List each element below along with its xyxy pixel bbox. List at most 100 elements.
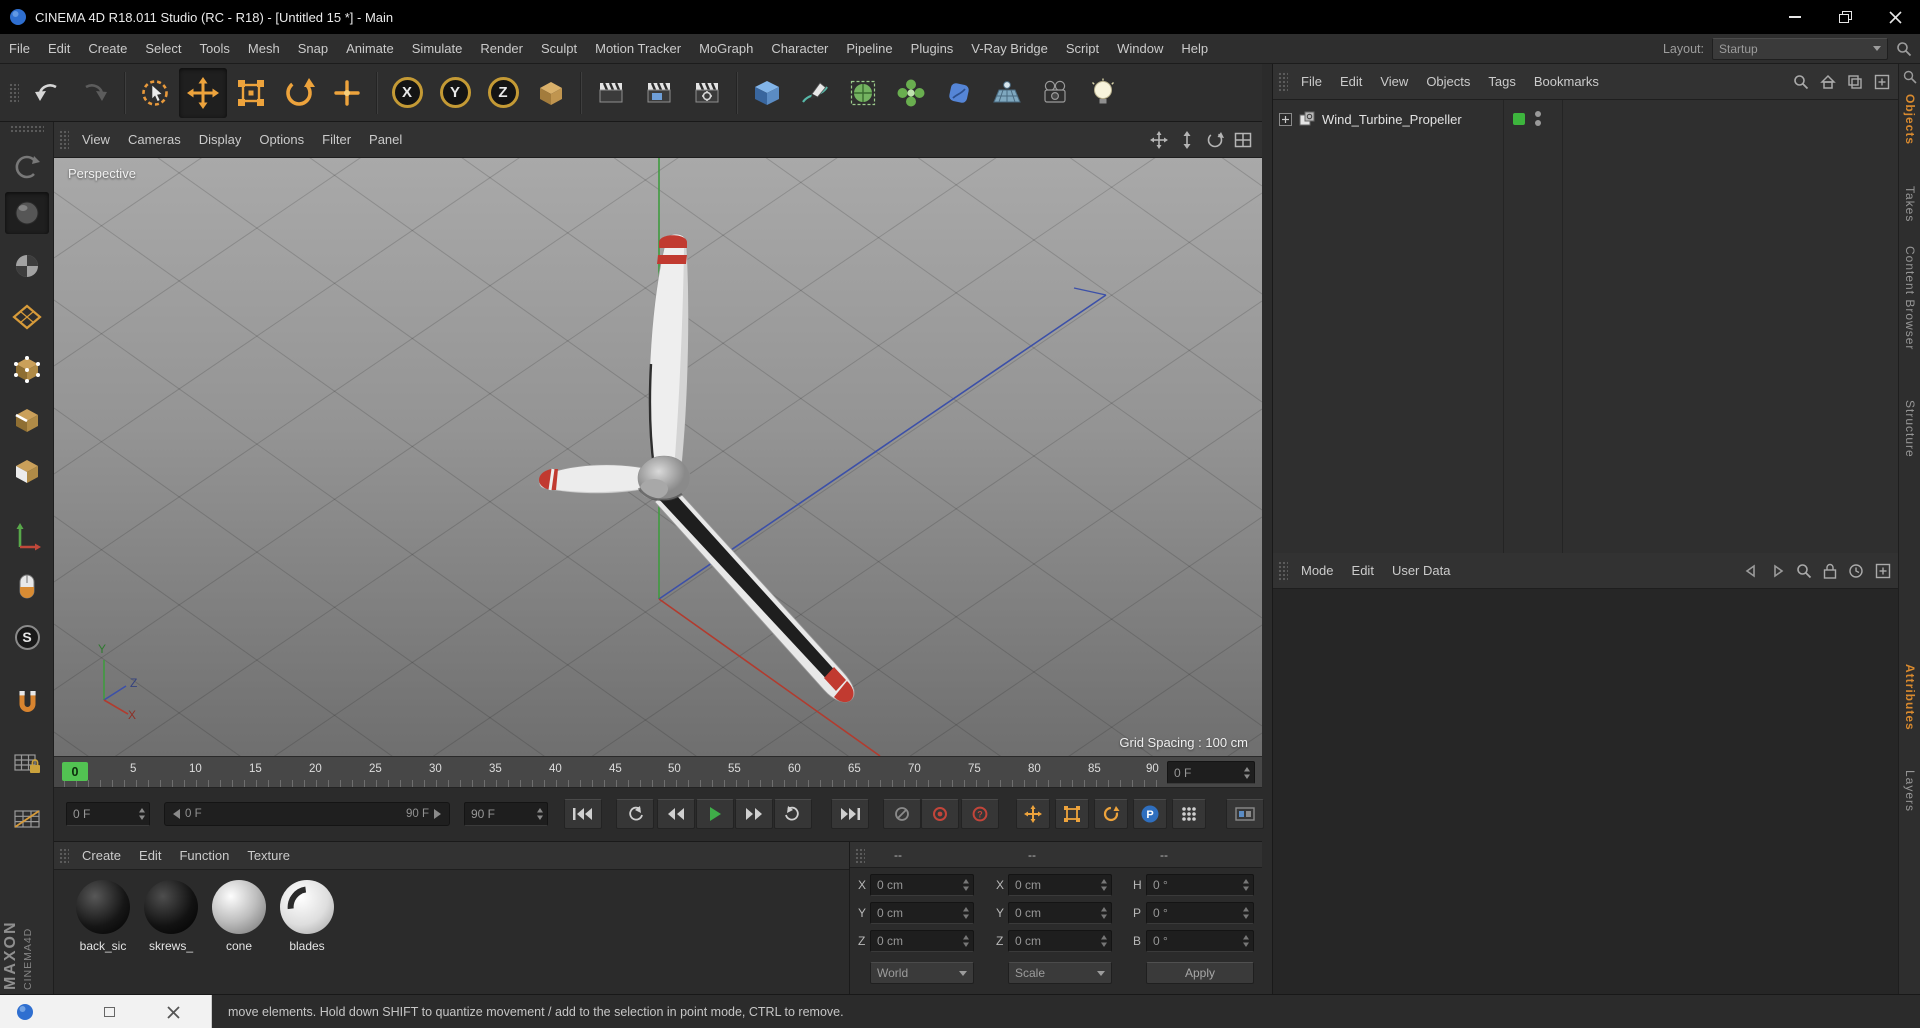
am-menu-edit[interactable]: Edit xyxy=(1343,563,1383,578)
restore-icon[interactable] xyxy=(104,1007,115,1017)
material-name[interactable]: cone xyxy=(226,939,252,953)
om-menu-file[interactable]: File xyxy=(1292,74,1331,89)
attribute-manager-body[interactable] xyxy=(1273,589,1899,994)
menu-window[interactable]: Window xyxy=(1108,41,1172,56)
apply-button[interactable]: Apply xyxy=(1146,962,1254,984)
object-manager-list[interactable]: Wind_Turbine_Propeller xyxy=(1273,100,1899,553)
spinner-icon[interactable] xyxy=(536,807,544,821)
goto-start-button[interactable] xyxy=(564,799,602,829)
layout-dropdown[interactable]: Startup xyxy=(1712,37,1888,60)
menu-plugins[interactable]: Plugins xyxy=(902,41,963,56)
editor-visibility-dot[interactable] xyxy=(1535,111,1541,117)
spinner-icon[interactable] xyxy=(1243,766,1251,780)
minimize-button[interactable] xyxy=(1770,0,1820,34)
toolbar-grip[interactable] xyxy=(8,81,19,104)
make-editable-button[interactable] xyxy=(5,146,49,188)
menu-script[interactable]: Script xyxy=(1057,41,1108,56)
render-visibility-dot[interactable] xyxy=(1535,120,1541,126)
move-tool-button[interactable] xyxy=(179,67,227,118)
workplane-mode-button[interactable] xyxy=(5,296,49,338)
menu-mograph[interactable]: MoGraph xyxy=(690,41,762,56)
previous-frame-button[interactable] xyxy=(657,799,695,829)
object-row[interactable]: Wind_Turbine_Propeller xyxy=(1279,108,1462,130)
space-dropdown[interactable]: World xyxy=(870,962,974,984)
object-enabled-toggle[interactable] xyxy=(1513,113,1525,125)
am-menu-mode[interactable]: Mode xyxy=(1292,563,1343,578)
menu-select[interactable]: Select xyxy=(136,41,190,56)
key-scale-button[interactable] xyxy=(1055,799,1089,829)
planar-workplane-button[interactable] xyxy=(5,798,49,840)
om-menu-tags[interactable]: Tags xyxy=(1479,74,1524,89)
rotate-view-icon[interactable] xyxy=(1206,131,1224,149)
search-icon[interactable] xyxy=(1793,74,1809,90)
edges-mode-button[interactable] xyxy=(5,399,49,441)
points-mode-button[interactable] xyxy=(5,348,49,390)
menu-motion-tracker[interactable]: Motion Tracker xyxy=(586,41,690,56)
magnet-snap-button[interactable] xyxy=(5,682,49,724)
rot-h-field[interactable]: 0 ° xyxy=(1146,874,1254,896)
menu-snap[interactable]: Snap xyxy=(289,41,337,56)
pan-view-icon[interactable] xyxy=(1150,130,1168,149)
viewport-menu-panel[interactable]: Panel xyxy=(360,132,411,147)
menu-vray-bridge[interactable]: V-Ray Bridge xyxy=(962,41,1057,56)
history-forward-icon[interactable] xyxy=(1770,563,1785,578)
tab-takes[interactable]: Takes xyxy=(1903,186,1917,222)
restore-button[interactable] xyxy=(1820,0,1870,34)
deformer-button[interactable] xyxy=(935,68,983,118)
environment-button[interactable] xyxy=(983,68,1031,118)
viewport-solo-button[interactable] xyxy=(5,566,49,608)
toggle-views-icon[interactable] xyxy=(1234,131,1252,149)
record-keyframes-button[interactable] xyxy=(921,799,959,829)
app-icon[interactable] xyxy=(16,1003,34,1021)
workplane-lock-button[interactable] xyxy=(5,742,49,784)
subdivision-surface-button[interactable] xyxy=(839,68,887,118)
search-icon[interactable] xyxy=(1896,41,1912,57)
menu-animate[interactable]: Animate xyxy=(337,41,403,56)
object-manager-grip[interactable] xyxy=(1277,70,1288,93)
om-menu-edit[interactable]: Edit xyxy=(1331,74,1371,89)
model-mode-button[interactable] xyxy=(5,192,49,234)
play-backwards-button[interactable] xyxy=(616,799,654,829)
key-rotation-button[interactable] xyxy=(1094,799,1128,829)
preview-range-slider[interactable]: 0 F 90 F xyxy=(164,802,450,826)
tab-layers[interactable]: Layers xyxy=(1903,770,1917,812)
history-back-icon[interactable] xyxy=(1744,563,1759,578)
material-menu-edit[interactable]: Edit xyxy=(130,848,170,863)
material-name[interactable]: back_sic xyxy=(80,939,127,953)
pos-y-field[interactable]: 0 cm xyxy=(870,902,974,924)
om-menu-objects[interactable]: Objects xyxy=(1417,74,1479,89)
material-name[interactable]: skrews_ xyxy=(149,939,193,953)
texture-mode-button[interactable] xyxy=(5,245,49,287)
material-sphere-back-sic[interactable] xyxy=(76,880,130,934)
end-frame-field[interactable]: 90 F xyxy=(464,802,548,826)
tab-content-browser[interactable]: Content Browser xyxy=(1903,246,1917,350)
playhead-marker[interactable]: 0 xyxy=(62,762,88,781)
spinner-icon[interactable] xyxy=(1100,906,1108,920)
zoom-view-icon[interactable] xyxy=(1178,130,1196,149)
left-column-grip[interactable] xyxy=(9,125,44,133)
autokeying-button[interactable]: ? xyxy=(961,799,999,829)
menu-help[interactable]: Help xyxy=(1172,41,1217,56)
material-item[interactable]: back_sic xyxy=(76,880,130,953)
lock-icon[interactable] xyxy=(1823,563,1837,579)
add-panel-icon[interactable] xyxy=(1875,563,1891,579)
material-item[interactable]: blades xyxy=(280,880,334,953)
home-icon[interactable] xyxy=(1820,74,1836,90)
spinner-icon[interactable] xyxy=(1242,906,1250,920)
material-sphere-blades[interactable] xyxy=(280,880,334,934)
mograph-button[interactable] xyxy=(887,68,935,118)
material-sphere-cone[interactable] xyxy=(212,880,266,934)
material-menu-texture[interactable]: Texture xyxy=(238,848,299,863)
coordinate-system-button[interactable] xyxy=(527,68,575,118)
om-menu-bookmarks[interactable]: Bookmarks xyxy=(1525,74,1608,89)
material-item[interactable]: cone xyxy=(212,880,266,953)
tab-objects[interactable]: Objects xyxy=(1903,94,1917,145)
render-view-button[interactable] xyxy=(587,68,635,118)
om-menu-view[interactable]: View xyxy=(1371,74,1417,89)
menu-create[interactable]: Create xyxy=(79,41,136,56)
viewport-label[interactable]: Perspective xyxy=(68,166,136,181)
attribute-manager-grip[interactable] xyxy=(1277,559,1288,582)
add-panel-icon[interactable] xyxy=(1874,74,1890,90)
render-to-picture-viewer-button[interactable] xyxy=(635,68,683,118)
viewport-menu-display[interactable]: Display xyxy=(190,132,251,147)
